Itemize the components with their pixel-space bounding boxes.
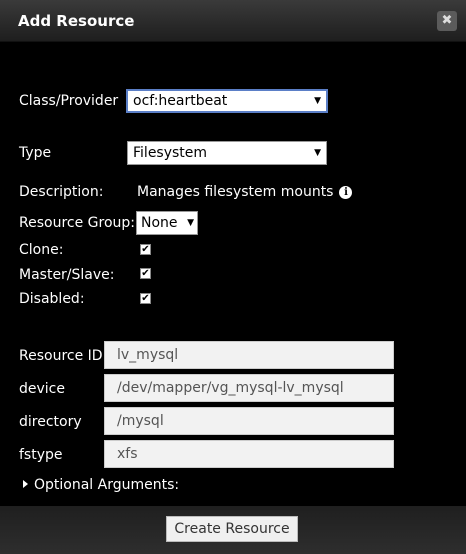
type-value: Filesystem (133, 145, 208, 161)
directory-label: directory (19, 414, 82, 430)
description-value: Manages filesystem mounts (137, 184, 334, 200)
master-slave-label: Master/Slave: (19, 267, 115, 283)
clone-label: Clone: (19, 242, 64, 258)
resource-id-input[interactable]: lv_mysql (104, 341, 394, 369)
resource-group-label: Resource Group: (19, 215, 135, 231)
expand-triangle-icon (23, 480, 28, 488)
close-icon[interactable]: ✖ (437, 11, 457, 31)
info-icon[interactable]: i (339, 186, 353, 199)
resource-group-select[interactable]: None ▼ (136, 211, 198, 235)
class-provider-label: Class/Provider (19, 93, 119, 109)
fstype-input[interactable]: xfs (104, 440, 394, 468)
optional-arguments-toggle[interactable]: Optional Arguments: (23, 477, 179, 493)
type-label: Type (19, 145, 52, 161)
type-select[interactable]: Filesystem ▼ (127, 141, 327, 165)
optional-arguments-label: Optional Arguments: (34, 477, 180, 493)
fstype-label: fstype (19, 447, 63, 463)
resource-group-value: None (141, 215, 178, 231)
device-label: device (19, 381, 65, 397)
master-slave-checkbox[interactable]: ✔ (140, 268, 151, 279)
chevron-down-icon: ▼ (314, 148, 321, 158)
device-input[interactable]: /dev/mapper/vg_mysql-lv_mysql (104, 374, 394, 402)
chevron-down-icon: ▼ (187, 218, 194, 228)
description-label: Description: (19, 184, 104, 200)
chevron-down-icon: ▼ (314, 96, 321, 106)
add-resource-dialog: Add Resource ✖ Class/Provider ocf:heartb… (0, 0, 466, 554)
description-text: Manages filesystem mounts i (137, 184, 353, 200)
create-resource-button[interactable]: Create Resource (166, 516, 298, 542)
class-provider-value: ocf:heartbeat (133, 93, 228, 109)
dialog-title: Add Resource (18, 12, 135, 30)
clone-checkbox[interactable]: ✔ (140, 244, 151, 255)
disabled-checkbox[interactable]: ✔ (140, 293, 151, 304)
disabled-label: Disabled: (19, 291, 85, 307)
dialog-titlebar[interactable]: Add Resource ✖ (0, 0, 466, 42)
resource-id-label: Resource ID (19, 348, 103, 364)
directory-input[interactable]: /mysql (104, 407, 394, 435)
class-provider-select[interactable]: ocf:heartbeat ▼ (126, 89, 328, 113)
dialog-footer: Create Resource (0, 506, 466, 554)
